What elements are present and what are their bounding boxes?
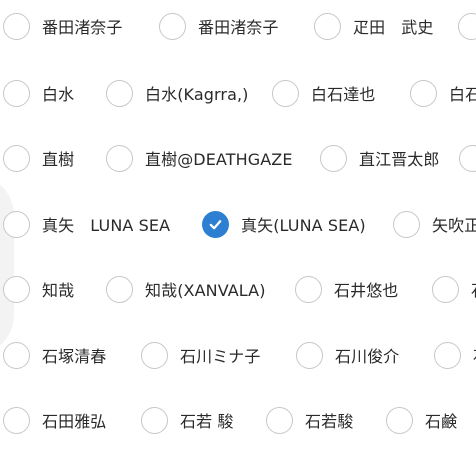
radio-option[interactable]: 石塚清春 [3,333,106,377]
radio-option[interactable]: 白石達也 [272,71,375,115]
radio-button[interactable] [295,275,322,303]
radio-label[interactable]: 直江晋太郎 [359,146,440,170]
radio-button[interactable] [106,144,133,172]
checkmark-icon [209,219,222,229]
radio-option[interactable]: 石 [432,267,476,311]
radio-button[interactable] [296,341,323,369]
radio-option[interactable]: 直樹 [3,136,74,180]
radio-option[interactable]: 石川俊介 [296,333,399,377]
radio-button[interactable] [434,341,461,369]
radio-label[interactable]: 白石達也 [311,81,375,105]
radio-label[interactable]: 知哉(XANVALA) [145,277,266,301]
radio-button[interactable] [3,406,30,434]
radio-button[interactable] [3,79,30,107]
radio-option[interactable]: 白水 [3,71,74,115]
radio-option[interactable]: 石若駿 [266,398,353,442]
radio-label[interactable]: 石 [471,277,476,301]
radio-label[interactable]: 石若 駿 [180,408,234,432]
radio-option[interactable]: 白水(Kagrra,) [106,71,249,115]
radio-option[interactable]: 知哉 [3,267,74,311]
radio-button[interactable] [266,406,293,434]
radio-option-list: 番田渚奈子 番田渚奈子 疋田 武史 白水 白水(Kagrra,) 白石達也 白石… [0,0,476,459]
radio-button[interactable] [159,12,186,40]
radio-button[interactable] [459,144,476,172]
radio-button[interactable] [393,210,420,238]
radio-option[interactable]: 石 [434,333,476,377]
radio-button[interactable] [458,12,476,40]
radio-option[interactable]: 知哉(XANVALA) [106,267,266,311]
radio-option[interactable]: 直江晋太郎 [320,136,440,180]
radio-label[interactable]: 白石 [449,81,476,105]
radio-option[interactable]: 白石 [410,71,476,115]
radio-option[interactable]: 番田渚奈子 [159,4,279,48]
radio-option[interactable]: 石井悠也 [295,267,398,311]
radio-option[interactable]: 真矢 LUNA SEA [3,202,170,246]
radio-label[interactable]: 白水(Kagrra,) [145,81,249,105]
radio-button[interactable] [386,406,413,434]
radio-label[interactable]: 真矢 LUNA SEA [42,212,170,236]
radio-button[interactable] [272,79,299,107]
radio-option[interactable] [459,136,476,180]
radio-option[interactable]: 石川ミナ子 [141,333,261,377]
radio-button[interactable] [320,144,347,172]
radio-option[interactable]: 番田渚奈子 [3,4,123,48]
radio-label[interactable]: 疋田 武史 [353,14,434,38]
radio-label[interactable]: 白水 [42,81,74,105]
radio-option[interactable] [458,4,476,48]
radio-button-selected[interactable] [202,210,229,238]
radio-button[interactable] [141,341,168,369]
radio-button[interactable] [141,406,168,434]
radio-label[interactable]: 知哉 [42,277,74,301]
radio-label[interactable]: 番田渚奈子 [198,14,279,38]
radio-label[interactable]: 石鹸 [425,408,457,432]
radio-option[interactable]: 石鹸 [386,398,457,442]
radio-label[interactable]: 石井悠也 [334,277,398,301]
radio-button[interactable] [106,79,133,107]
radio-label[interactable]: 石若駿 [305,408,353,432]
radio-button[interactable] [314,12,341,40]
radio-option[interactable]: 石若 駿 [141,398,234,442]
radio-label[interactable]: 石川俊介 [335,343,399,367]
radio-label[interactable]: 直樹@DEATHGAZE [145,146,293,170]
radio-option[interactable]: 矢吹正 [393,202,476,246]
radio-label[interactable]: 番田渚奈子 [42,14,123,38]
radio-option[interactable]: 真矢(LUNA SEA) [202,202,366,246]
radio-label[interactable]: 石田雅弘 [42,408,106,432]
radio-label[interactable]: 石塚清春 [42,343,106,367]
radio-button[interactable] [3,144,30,172]
radio-label[interactable]: 直樹 [42,146,74,170]
radio-option[interactable]: 疋田 武史 [314,4,434,48]
radio-label[interactable]: 石川ミナ子 [180,343,261,367]
radio-option[interactable]: 石田雅弘 [3,398,106,442]
radio-button[interactable] [432,275,459,303]
radio-button[interactable] [3,210,30,238]
radio-button[interactable] [3,341,30,369]
radio-label[interactable]: 矢吹正 [432,212,476,236]
radio-button[interactable] [3,12,30,40]
radio-label[interactable]: 真矢(LUNA SEA) [241,212,366,236]
radio-option[interactable]: 直樹@DEATHGAZE [106,136,293,180]
radio-button[interactable] [3,275,30,303]
radio-button[interactable] [106,275,133,303]
radio-button[interactable] [410,79,437,107]
